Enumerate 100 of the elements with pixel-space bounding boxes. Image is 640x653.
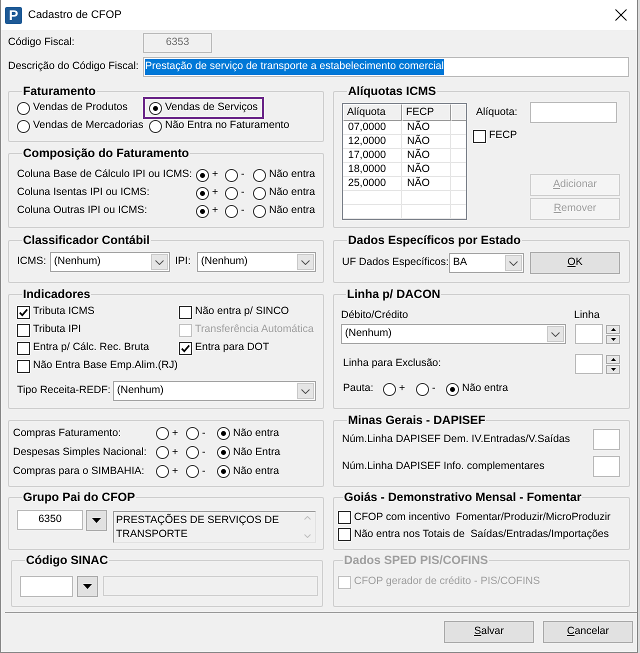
table-cell: NÃO <box>402 163 451 176</box>
group-title: Linha p/ DACON <box>346 288 442 301</box>
spin-down-button[interactable] <box>606 364 620 374</box>
text-field[interactable]: Prestação de serviço de transporte a estabelecimento comercial <box>143 57 629 77</box>
radio-option[interactable]: Não entra <box>446 381 508 397</box>
dropdown-field[interactable]: (Nenhum) <box>113 381 316 401</box>
radio-option[interactable]: + <box>196 203 218 219</box>
radio-option[interactable]: Não entra <box>217 426 280 442</box>
table-cell: 12,0000 <box>343 135 402 148</box>
group-title: Goiás - Demonstrativo Mensal - Fomentar <box>343 491 582 504</box>
group-title: Indicadores <box>22 288 92 301</box>
field-label: Descrição do Código Fiscal: <box>8 59 140 74</box>
field-label: Pauta: <box>343 381 374 396</box>
field-label: Alíquota: <box>475 104 518 120</box>
field-label: Linha para Exclusão: <box>342 356 442 372</box>
dropdown-field[interactable]: (Nenhum) <box>341 324 566 344</box>
radio-option[interactable]: Vendas de Serviços <box>143 97 264 119</box>
text-field[interactable]: 6350 <box>17 510 83 530</box>
triangle-down-icon <box>610 338 616 340</box>
chevron-down-icon <box>301 388 310 394</box>
field-label: IPI: <box>175 254 192 270</box>
checkbox-option[interactable]: Tributa ICMS <box>17 303 94 321</box>
column-header[interactable]: Alíquota <box>343 104 402 121</box>
radio-option[interactable]: + <box>196 167 218 183</box>
checkbox-option[interactable]: Não Entra Base Emp.Alim.(RJ) <box>17 357 178 375</box>
field-label: Coluna Isentas IPI ou ICMS: <box>17 185 150 200</box>
spin-down-button[interactable] <box>606 334 620 344</box>
ok-button[interactable]: OK <box>530 252 620 274</box>
field-label: Coluna Outras IPI ou ICMS: <box>17 203 148 218</box>
radio-option[interactable]: Vendas de Produtos <box>17 99 128 117</box>
radio-option[interactable]: + <box>383 381 416 397</box>
triangle-up-icon <box>610 328 616 330</box>
text-field[interactable] <box>103 576 318 596</box>
checkbox-option[interactable]: FECP <box>473 129 518 143</box>
cancel-button[interactable]: Cancelar <box>543 621 633 643</box>
checkbox-option[interactable]: Entra p/ Cálc. Rec. Bruta <box>17 339 150 357</box>
radio-option[interactable]: - <box>225 185 244 201</box>
field-label: Compras para o SIMBAHIA: <box>13 464 144 479</box>
group-title: Classificador Contábil <box>22 234 151 247</box>
table-cell: NÃO <box>402 149 451 162</box>
spin-up-button[interactable] <box>606 324 620 334</box>
radio-option[interactable]: - <box>225 203 244 219</box>
dropdown-field[interactable]: (Nenhum) <box>197 252 316 272</box>
chevron-down-icon <box>301 260 310 264</box>
dropdown-button[interactable] <box>77 576 98 597</box>
checkbox-option[interactable]: Tributa IPI <box>17 321 82 339</box>
field-label: Código Fiscal: <box>8 35 76 50</box>
checkbox-option[interactable]: CFOP com incentivo Fomentar/Produzir/MicroProduzir <box>338 509 611 526</box>
radio-option[interactable]: Não entra <box>253 167 316 183</box>
dropdown-field[interactable]: (Nenhum) <box>50 252 170 272</box>
text-field[interactable] <box>20 576 73 597</box>
triangle-down-icon <box>83 584 92 589</box>
chevron-down-icon <box>155 260 164 264</box>
table-cell: 18,0000 <box>343 163 402 176</box>
text-field[interactable] <box>575 324 603 344</box>
dropdown-button[interactable] <box>86 510 107 531</box>
radio-option[interactable]: Não Entra <box>217 444 280 460</box>
radio-option[interactable]: Vendas de Mercadorias <box>17 117 144 135</box>
radio-option[interactable]: + <box>196 185 218 201</box>
radio-option[interactable]: - <box>186 464 206 480</box>
table-cell: NÃO <box>402 121 451 134</box>
window-title: Cadastro de CFOP <box>28 8 122 23</box>
group-title: Alíquotas ICMS <box>347 85 438 98</box>
field-label: Tipo Receita-REDF: <box>17 383 111 398</box>
spin-up-button[interactable] <box>606 354 620 364</box>
group-title: Dados Específicos por Estado <box>347 234 522 247</box>
radio-option[interactable]: + <box>156 444 178 460</box>
field-label: Núm.Linha DAPISEF Info. complementares <box>342 458 545 474</box>
group-title: Minas Gerais - DAPISEF <box>347 414 486 427</box>
field-label: Compras Faturamento: <box>13 426 121 441</box>
radio-option[interactable]: Não Entra no Faturamento <box>149 117 290 135</box>
triangle-up-icon <box>610 358 616 360</box>
radio-option[interactable]: Não entra <box>253 185 316 201</box>
radio-option[interactable]: Não entra <box>217 464 280 480</box>
table-cell: NÃO <box>402 135 451 148</box>
checkbox-option[interactable]: Não entra p/ SINCO <box>179 303 289 321</box>
radio-option[interactable]: - <box>225 167 244 183</box>
table-cell: 25,0000 <box>343 177 402 190</box>
dropdown-field[interactable]: BA <box>449 253 524 273</box>
column-header[interactable]: FECP <box>402 104 451 121</box>
group-title: Grupo Pai do CFOP <box>22 491 136 504</box>
table-cell: 17,0000 <box>343 149 402 162</box>
field-label: ICMS: <box>17 254 48 270</box>
save-button[interactable]: Salvar <box>444 621 534 643</box>
checkbox-option[interactable]: Entra para DOT <box>179 339 270 357</box>
text-field[interactable] <box>530 102 617 123</box>
radio-option[interactable]: - <box>416 381 446 397</box>
radio-option[interactable]: + <box>156 426 178 442</box>
radio-option[interactable]: + <box>156 464 178 480</box>
close-icon[interactable] <box>615 9 627 21</box>
radio-option[interactable]: - <box>186 426 206 442</box>
radio-option[interactable]: - <box>186 444 206 460</box>
checkbox-option[interactable]: Não entra nos Totais de Saídas/Entradas/Importações <box>338 526 609 543</box>
text-field[interactable] <box>593 429 620 450</box>
chevron-down-icon <box>551 332 560 336</box>
text-field[interactable] <box>593 456 620 477</box>
radio-option[interactable]: Não entra <box>253 203 316 219</box>
group-title: Faturamento <box>22 85 97 98</box>
text-field[interactable] <box>575 354 603 374</box>
group-title: Dados SPED PIS/COFINS <box>343 554 490 567</box>
